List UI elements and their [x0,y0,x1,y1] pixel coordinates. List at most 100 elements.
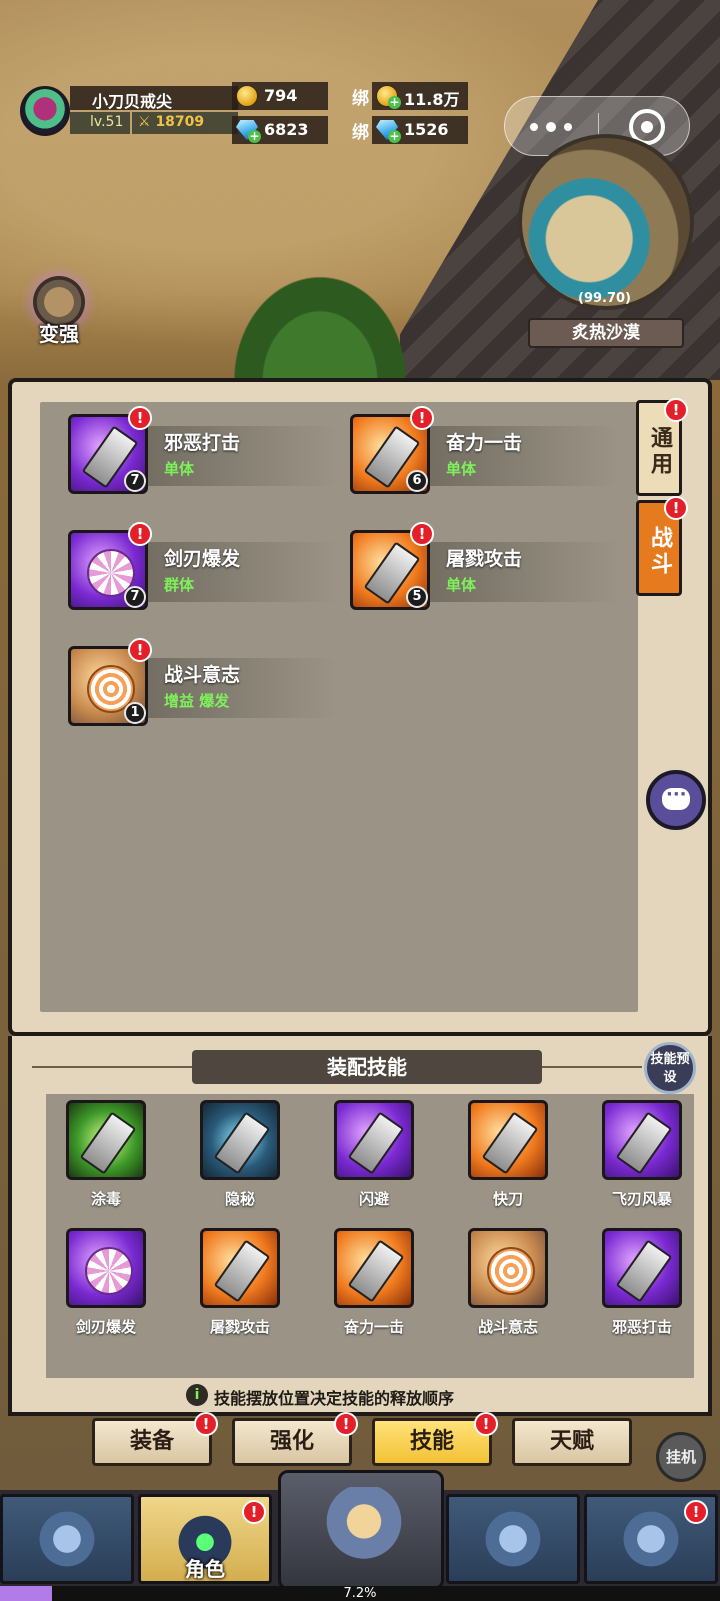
skill-level-badge: 7 [124,586,146,608]
skill-card[interactable]: 6 ! 奋力一击 单体 [350,406,620,500]
skill-card[interactable]: 7 ! 邪恶打击 单体 [68,406,338,500]
title-divider [32,1066,192,1068]
equip-slot-label: 屠戮攻击 [209,1318,270,1336]
skill-level-badge: 1 [124,702,146,724]
equip-slot[interactable]: 奋力一击 [332,1228,416,1348]
skill-preset-button[interactable]: 技能预设 [644,1042,696,1094]
player-panel[interactable]: 小刀贝戒尖 lv.51 ⚔ 18709 [20,86,238,136]
gem-value: 6823 [264,120,309,139]
spiral-tan-icon [468,1228,548,1308]
castle-icon [619,1507,683,1571]
fast-blade-icon [468,1100,548,1180]
nav-role-label: 角色 [185,1557,225,1581]
equip-slot[interactable]: 邪恶打击 [600,1228,684,1348]
alert-icon: ! [128,522,152,546]
skill-panel: 7 ! 邪恶打击 单体 6 ! 奋力一击 单体 7 ! 剑刃爆发 群体 5 ! … [8,378,712,1036]
chat-bubble-icon [662,784,690,810]
nav-rune[interactable] [0,1494,134,1584]
gold-value: 794 [264,86,298,105]
equip-slot[interactable]: 快刀 [466,1100,550,1220]
gem-counter[interactable]: + 6823 [232,116,328,144]
skill-type: 单体 [446,460,477,478]
plus-icon: + [388,129,401,143]
alert-icon: ! [684,1500,708,1524]
bound-gem-counter[interactable]: + 1526 [372,116,468,144]
palm-tree [220,260,420,380]
equip-slot[interactable]: 闪避 [332,1100,416,1220]
info-icon: i [186,1384,208,1406]
title-divider [542,1066,642,1068]
equip-slot-label: 奋力一击 [343,1318,404,1336]
skill-name: 奋力一击 [446,432,523,454]
equip-slot[interactable]: 飞刃风暴 [600,1100,684,1220]
hint-text: 技能摆放位置决定技能的释放顺序 [214,1389,455,1408]
skill-type: 单体 [164,460,195,478]
equip-grid: 涂毒 隐秘 闪避 快刀 飞刃风暴 剑刃爆发 屠戮攻击 奋力一击 战斗意志 邪恶打… [46,1094,694,1378]
zone-name[interactable]: 炙热沙漠 [528,318,684,348]
avatar[interactable] [20,86,70,136]
bound-gold-label: 绑 [352,89,369,109]
equip-slot-label: 隐秘 [224,1190,255,1208]
skill-name: 剑刃爆发 [164,548,241,570]
alert-icon: ! [194,1412,218,1436]
equip-slot[interactable]: 战斗意志 [466,1228,550,1348]
tab-talent[interactable]: 天赋 [512,1418,632,1466]
crossed-swords-skull-icon [321,1487,407,1573]
autoplay-button[interactable]: 挂机 [656,1432,706,1482]
gold-counter[interactable]: 794 [232,82,328,110]
cleaver-orange-icon [334,1228,414,1308]
alert-icon: ! [128,406,152,430]
more-dots-icon[interactable] [530,119,574,135]
hood-icon [200,1100,280,1180]
plus-icon: + [248,129,261,143]
swirl-purple-icon [66,1228,146,1308]
blade-storm-icon [602,1100,682,1180]
equip-slot[interactable]: 剑刃爆发 [64,1228,148,1348]
alert-icon: ! [664,398,688,422]
equip-slot-label: 快刀 [492,1190,523,1208]
skill-level-badge: 7 [124,470,146,492]
dodge-icon [334,1100,414,1180]
poison-icon [66,1100,146,1180]
skill-card[interactable]: 7 ! 剑刃爆发 群体 [68,522,338,616]
equip-slot-label: 闪避 [358,1190,389,1208]
equip-slot[interactable]: 隐秘 [198,1100,282,1220]
player-name: 小刀贝戒尖 [70,86,238,111]
alert-icon: ! [128,638,152,662]
plus-icon: + [388,95,401,109]
alert-icon: ! [410,406,434,430]
exp-percent: 7.2% [343,1586,377,1601]
equip-slot[interactable]: 屠戮攻击 [198,1228,282,1348]
alert-icon: ! [334,1412,358,1436]
bound-gold-counter[interactable]: + 11.8万 [372,82,468,110]
treasure-chest-icon [481,1507,545,1571]
player-power-value: 18709 [155,114,205,130]
skill-name: 战斗意志 [164,664,241,686]
strengthen-button[interactable]: 变强 [26,276,92,348]
rune-stone-icon [35,1507,99,1571]
skill-card[interactable]: 5 ! 屠戮攻击 单体 [350,522,620,616]
equip-slot[interactable]: 涂毒 [64,1100,148,1220]
skill-card[interactable]: 1 ! 战斗意志 增益 爆发 [68,638,338,732]
bound-gold-value: 11.8万 [404,90,460,109]
skill-name: 屠戮攻击 [446,548,523,570]
skill-level-badge: 5 [406,586,428,608]
nav-battle[interactable] [278,1470,444,1590]
sword-purple-icon [602,1228,682,1308]
equip-slot-label: 飞刃风暴 [611,1190,672,1208]
skill-type: 群体 [164,576,195,594]
skill-list-area: 7 ! 邪恶打击 单体 6 ! 奋力一击 单体 7 ! 剑刃爆发 群体 5 ! … [40,402,638,1012]
bound-gem-label: 绑 [352,123,369,143]
equip-slot-label: 战斗意志 [477,1318,538,1336]
equip-skills-panel: 装配技能 技能预设 涂毒 隐秘 闪避 快刀 飞刃风暴 剑刃爆发 屠戮攻击 奋力一… [8,1036,712,1416]
minimap[interactable] [518,134,694,310]
nav-chest[interactable] [446,1494,580,1584]
equip-slot-label: 涂毒 [90,1190,121,1208]
alert-icon: ! [474,1412,498,1436]
equip-title: 装配技能 [192,1050,542,1084]
skill-type: 单体 [446,576,477,594]
skill-type: 增益 爆发 [164,692,230,710]
chat-button[interactable] [646,770,706,830]
player-level: lv.51 [70,112,130,134]
dagger-orange-icon [200,1228,280,1308]
